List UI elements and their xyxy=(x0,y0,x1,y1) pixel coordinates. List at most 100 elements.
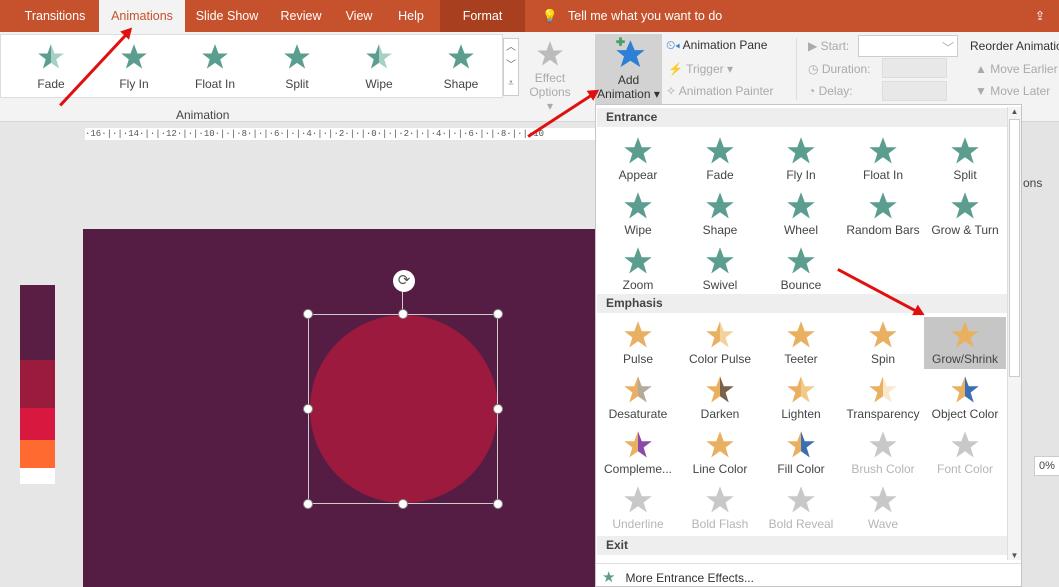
effect-brush-color: Brush Color xyxy=(842,427,924,479)
reorder-title: Reorder Animation xyxy=(970,39,1059,53)
delay-spinner[interactable] xyxy=(882,81,947,101)
resize-handle[interactable] xyxy=(303,499,313,509)
gallery-scroll[interactable]: ︿ ﹀ ⩡ xyxy=(503,38,519,96)
swatch xyxy=(20,440,55,468)
resize-handle[interactable] xyxy=(398,309,408,319)
effect-transparency[interactable]: Transparency xyxy=(842,372,924,424)
effect-wipe[interactable]: Wipe xyxy=(597,188,679,240)
gallery-item-wipe[interactable]: Wipe xyxy=(344,43,414,91)
effect-object-color[interactable]: Object Color xyxy=(924,372,1006,424)
resize-handle[interactable] xyxy=(398,499,408,509)
effect-label: Zoom xyxy=(622,278,654,292)
move-later-button[interactable]: ▼ Move Later xyxy=(975,84,1050,98)
effect-label: Grow/Shrink xyxy=(931,352,999,366)
effect-bounce[interactable]: Bounce xyxy=(760,243,842,295)
star-icon xyxy=(787,247,815,274)
effect-line-color[interactable]: Line Color xyxy=(679,427,761,479)
effect-color-pulse[interactable]: Color Pulse xyxy=(679,317,761,369)
gallery-up-icon[interactable]: ︿ xyxy=(504,39,518,57)
effect-options-label: Effect xyxy=(534,71,566,85)
effect-fly-in[interactable]: Fly In xyxy=(760,133,842,185)
star-icon xyxy=(706,247,734,274)
resize-handle[interactable] xyxy=(493,404,503,414)
resize-handle[interactable] xyxy=(303,404,313,414)
add-animation-dropdown: Entrance Emphasis Exit ★ More Entrance E… xyxy=(595,104,1022,587)
scroll-thumb[interactable] xyxy=(1009,119,1020,377)
scroll-up-icon[interactable]: ▲ xyxy=(1008,107,1021,116)
tab-animations[interactable]: Animations xyxy=(99,0,185,32)
group-label-animation: Animation xyxy=(176,108,230,122)
effect-grow-shrink[interactable]: Grow/Shrink xyxy=(924,317,1006,369)
animation-pane-icon: ⏲◂ xyxy=(666,38,680,52)
effect-spin[interactable]: Spin xyxy=(842,317,924,369)
resize-handle[interactable] xyxy=(493,499,503,509)
star-icon xyxy=(787,486,815,513)
gallery-down-icon[interactable]: ﹀ xyxy=(504,57,518,75)
effect-split[interactable]: Split xyxy=(924,133,1006,185)
effect-compleme-[interactable]: Compleme... xyxy=(597,427,679,479)
gallery-item-fade[interactable]: Fade xyxy=(16,43,86,91)
animation-painter-button[interactable]: ✧ Animation Painter xyxy=(666,84,773,98)
scroll-down-icon[interactable]: ▼ xyxy=(1008,551,1021,560)
effect-teeter[interactable]: Teeter xyxy=(760,317,842,369)
effect-options-button[interactable]: Effect Options ▾ xyxy=(527,40,573,113)
effect-shape[interactable]: Shape xyxy=(679,188,761,240)
animation-pane-button[interactable]: ⏲◂ Animation Pane xyxy=(666,38,767,53)
dropdown-scrollbar[interactable]: ▲ ▼ xyxy=(1007,107,1021,560)
effect-label: Transparency xyxy=(846,407,920,421)
add-animation-button[interactable]: Add Animation ▾ xyxy=(595,34,662,104)
trigger-button[interactable]: ⚡ Trigger ▾ xyxy=(668,62,733,76)
effect-bold-reveal: Bold Reveal xyxy=(760,482,842,534)
more-entrance-effects[interactable]: ★ More Entrance Effects... xyxy=(602,568,754,586)
star-icon xyxy=(38,44,64,69)
tab-format[interactable]: Format xyxy=(440,0,525,32)
effect-font-color: Font Color xyxy=(924,427,1006,479)
star-icon xyxy=(951,321,979,348)
effect-swivel[interactable]: Swivel xyxy=(679,243,761,295)
effect-label: Grow & Turn xyxy=(931,223,999,237)
effect-fill-color[interactable]: Fill Color xyxy=(760,427,842,479)
gallery-more-icon[interactable]: ⩡ xyxy=(504,75,518,93)
star-icon xyxy=(284,44,310,69)
effect-float-in[interactable]: Float In xyxy=(842,133,924,185)
resize-handle[interactable] xyxy=(303,309,313,319)
gallery-item-shape[interactable]: Shape xyxy=(426,43,496,91)
star-icon xyxy=(706,321,734,348)
effect-label: Desaturate xyxy=(608,407,668,421)
tab-review[interactable]: Review xyxy=(272,0,330,32)
effect-appear[interactable]: Appear xyxy=(597,133,679,185)
effect-darken[interactable]: Darken xyxy=(679,372,761,424)
effect-label: Font Color xyxy=(936,462,994,476)
effect-desaturate[interactable]: Desaturate xyxy=(597,372,679,424)
resize-handle[interactable] xyxy=(493,309,503,319)
effect-pulse[interactable]: Pulse xyxy=(597,317,679,369)
tab-help[interactable]: Help xyxy=(386,0,436,32)
effect-random-bars[interactable]: Random Bars xyxy=(842,188,924,240)
effect-wheel[interactable]: Wheel xyxy=(760,188,842,240)
effect-zoom[interactable]: Zoom xyxy=(597,243,679,295)
percent-field[interactable]: 0% xyxy=(1034,456,1059,476)
effect-fade[interactable]: Fade xyxy=(679,133,761,185)
rotate-handle-icon[interactable]: ⟳ xyxy=(393,270,415,292)
move-earlier-button[interactable]: ▲ Move Earlier xyxy=(975,62,1058,76)
start-dropdown[interactable]: ﹀ xyxy=(858,35,958,57)
tell-me-search[interactable]: Tell me what you want to do xyxy=(568,0,768,32)
tab-transitions[interactable]: Transitions xyxy=(14,0,96,32)
entrance-header: Entrance xyxy=(597,108,1007,127)
gallery-item-float-in[interactable]: Float In xyxy=(180,43,250,91)
add-animation-label-2: Animation ▾ xyxy=(597,87,660,101)
effect-lighten[interactable]: Lighten xyxy=(760,372,842,424)
star-icon xyxy=(869,486,897,513)
gallery-item-split[interactable]: Split xyxy=(262,43,332,91)
duration-spinner[interactable] xyxy=(882,58,947,78)
effect-grow-turn[interactable]: Grow & Turn xyxy=(924,188,1006,240)
share-icon[interactable]: ⇪ xyxy=(1030,0,1050,32)
lightbulb-icon: 💡 xyxy=(542,9,558,23)
star-icon xyxy=(706,431,734,458)
star-icon xyxy=(366,44,392,69)
tab-slide-show[interactable]: Slide Show xyxy=(188,0,266,32)
selection-box xyxy=(308,314,498,504)
star-icon xyxy=(951,376,979,403)
exit-header: Exit xyxy=(597,536,1007,555)
tab-view[interactable]: View xyxy=(334,0,384,32)
